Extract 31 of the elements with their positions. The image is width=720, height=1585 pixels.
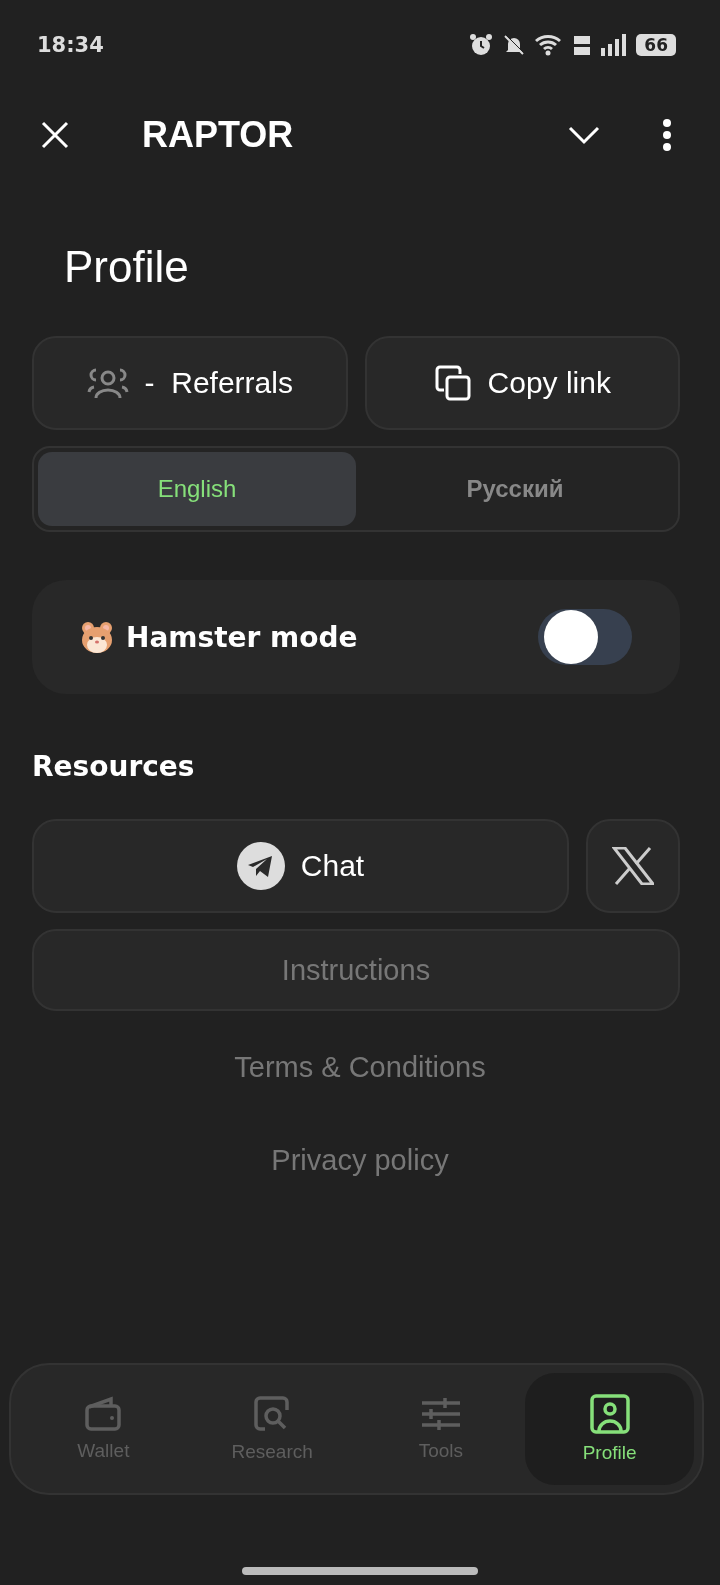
signal-icon <box>600 34 629 56</box>
sliders-icon <box>420 1396 461 1432</box>
copy-link-button[interactable]: Copy link <box>364 336 680 430</box>
hamster-mode-toggle[interactable] <box>538 609 632 665</box>
search-document-icon <box>253 1395 292 1433</box>
referrals-button[interactable]: - Referrals <box>32 336 348 430</box>
profile-icon <box>589 1394 630 1434</box>
footer-link[interactable]: Privacy policy <box>271 1144 449 1177</box>
footer-link[interactable]: Terms & Conditions <box>234 1051 486 1084</box>
wallet-icon <box>84 1396 123 1432</box>
copy-icon <box>433 364 472 402</box>
resources-heading: Resources <box>32 750 196 783</box>
x-button[interactable] <box>586 819 680 913</box>
more-icon[interactable] <box>662 118 672 152</box>
muted-bell-icon <box>502 33 527 57</box>
nav-tab[interactable]: Profile <box>525 1373 694 1485</box>
x-logo-icon <box>612 847 654 885</box>
chevron-down-icon[interactable] <box>568 125 600 145</box>
hamster-icon <box>80 620 114 654</box>
alarm-icon <box>468 33 495 57</box>
battery-indicator: 66 <box>636 34 676 56</box>
close-icon[interactable] <box>40 120 70 150</box>
language-tab[interactable]: Русский <box>356 452 674 526</box>
app-title: RAPTOR <box>142 114 295 156</box>
telegram-icon <box>236 842 285 890</box>
page-title: Profile <box>64 242 190 292</box>
status-time: 18:34 <box>37 33 104 57</box>
language-tab[interactable]: English <box>38 452 356 526</box>
instructions-button[interactable]: Instructions <box>32 929 680 1011</box>
chat-button[interactable]: Chat <box>32 819 569 913</box>
hamster-mode-label: Hamster mode <box>126 620 359 654</box>
